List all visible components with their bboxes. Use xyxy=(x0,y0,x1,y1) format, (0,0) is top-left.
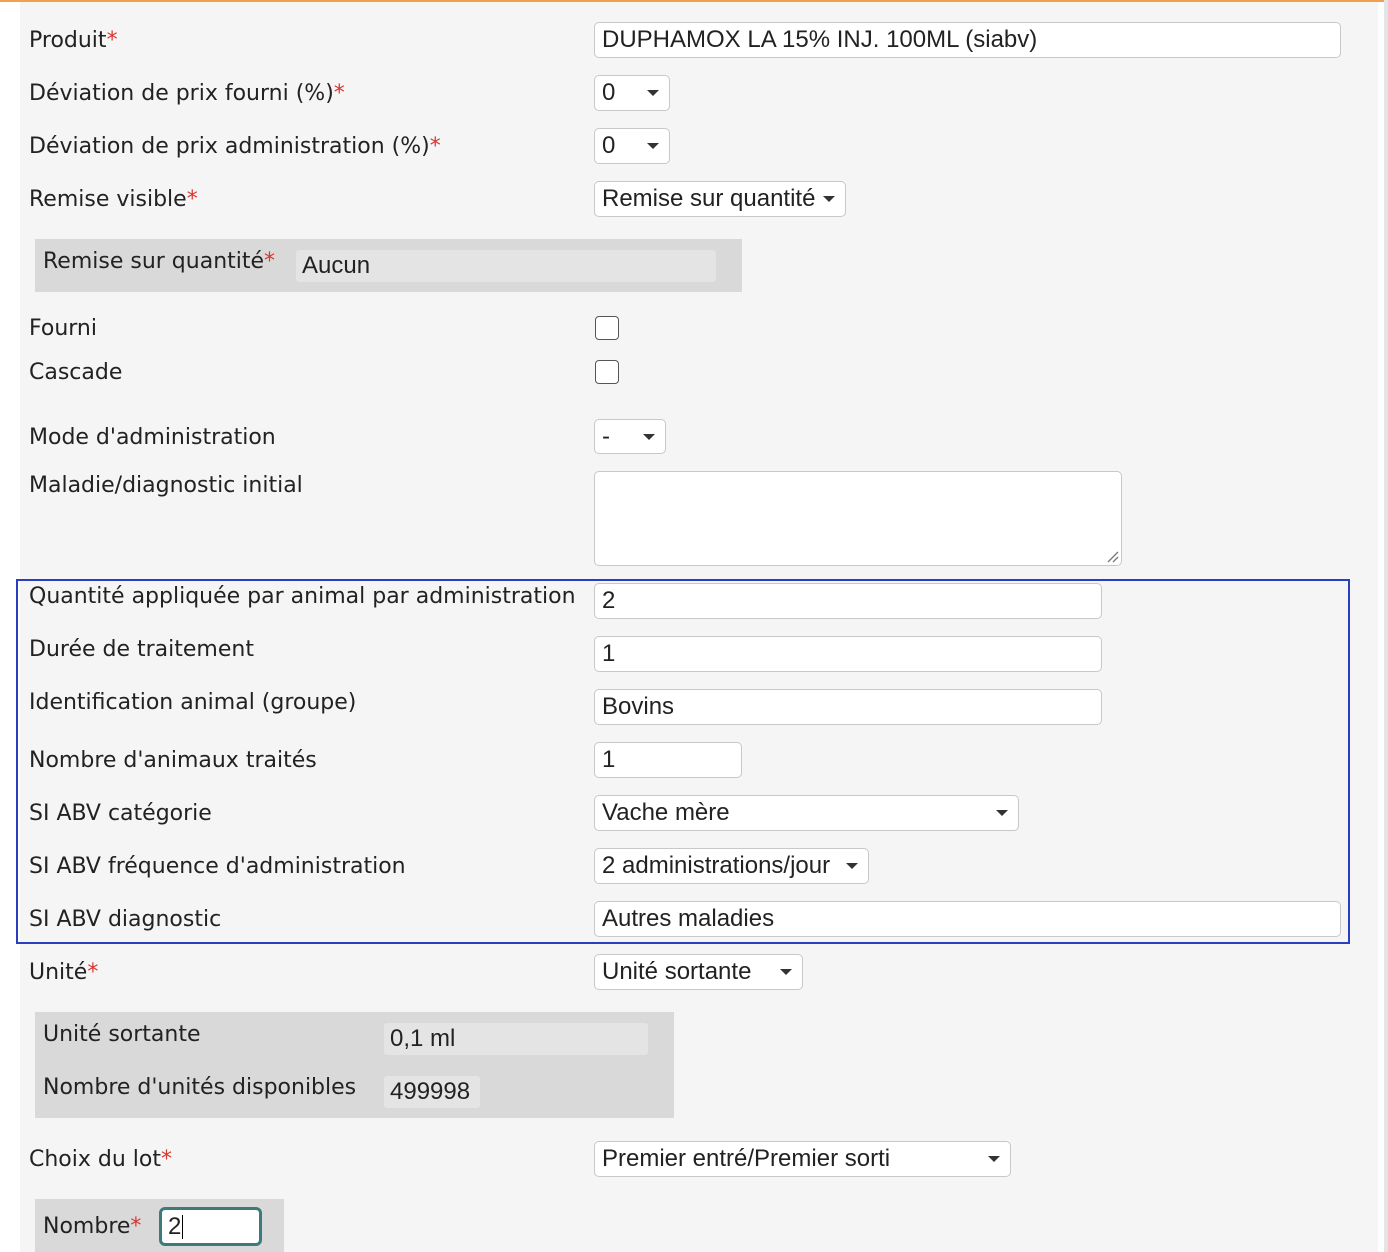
chevron-down-icon xyxy=(846,863,858,869)
choix-lot-label: Choix du lot* xyxy=(29,1147,172,1172)
abv-frequence-select[interactable]: 2 administrations/jour xyxy=(594,848,869,884)
remise-visible-select[interactable]: Remise sur quantité xyxy=(594,181,846,217)
resize-grip-icon[interactable] xyxy=(1105,549,1119,563)
produit-label: Produit* xyxy=(29,28,118,53)
chevron-down-icon xyxy=(996,810,1008,816)
quantite-label: Quantité appliquée par animal par admini… xyxy=(29,584,576,609)
chevron-down-icon xyxy=(780,969,792,975)
quantite-field[interactable]: 2 xyxy=(594,583,1102,619)
cascade-label: Cascade xyxy=(29,360,123,385)
text-cursor xyxy=(182,1214,184,1239)
produit-field[interactable]: DUPHAMOX LA 15% INJ. 100ML (siabv) xyxy=(594,22,1341,58)
remise-quantite-value: Aucun xyxy=(296,250,716,282)
chevron-down-icon xyxy=(643,433,655,440)
maladie-textarea[interactable] xyxy=(594,471,1122,566)
maladie-label: Maladie/diagnostic initial xyxy=(29,473,303,498)
choix-lot-select[interactable]: Premier entré/Premier sorti xyxy=(594,1141,1011,1177)
fourni-label: Fourni xyxy=(29,316,97,341)
unite-sortante-label: Unité sortante xyxy=(43,1022,201,1047)
abv-categorie-label: SI ABV catégorie xyxy=(29,801,212,826)
nombre-animaux-field[interactable]: 1 xyxy=(594,742,742,778)
nombre-animaux-label: Nombre d'animaux traités xyxy=(29,748,317,773)
unite-select[interactable]: Unité sortante xyxy=(594,954,803,990)
chevron-down-icon xyxy=(823,196,835,202)
chevron-down-icon xyxy=(988,1156,1000,1162)
deviation-fourni-label: Déviation de prix fourni (%)* xyxy=(29,81,345,106)
remise-visible-label: Remise visible* xyxy=(29,187,198,212)
deviation-admin-label: Déviation de prix administration (%)* xyxy=(29,134,441,159)
unite-label: Unité* xyxy=(29,960,99,985)
abv-frequence-label: SI ABV fréquence d'administration xyxy=(29,854,406,879)
deviation-admin-select[interactable]: 0 xyxy=(594,128,670,164)
identification-field[interactable]: Bovins xyxy=(594,689,1102,725)
chevron-down-icon xyxy=(647,143,659,149)
abv-categorie-select[interactable]: Vache mère xyxy=(594,795,1019,831)
mode-admin-label: Mode d'administration xyxy=(29,425,276,450)
abv-diagnostic-label: SI ABV diagnostic xyxy=(29,907,222,932)
fourni-checkbox[interactable] xyxy=(595,316,619,340)
remise-quantite-label: Remise sur quantité* xyxy=(43,249,276,274)
nombre-field[interactable]: 2 xyxy=(159,1207,262,1246)
duree-label: Durée de traitement xyxy=(29,637,254,662)
nombre-label: Nombre* xyxy=(43,1214,142,1239)
deviation-fourni-select[interactable]: 0 xyxy=(594,75,670,111)
unite-sortante-value: 0,1 ml xyxy=(384,1023,648,1055)
cascade-checkbox[interactable] xyxy=(595,360,619,384)
identification-label: Identification animal (groupe) xyxy=(29,690,357,715)
abv-diagnostic-field[interactable]: Autres maladies xyxy=(594,901,1341,937)
nombre-unites-value: 499998 xyxy=(384,1076,480,1108)
duree-field[interactable]: 1 xyxy=(594,636,1102,672)
nombre-unites-label: Nombre d'unités disponibles xyxy=(43,1075,357,1100)
mode-admin-select[interactable]: - xyxy=(594,419,666,454)
chevron-down-icon xyxy=(647,90,659,96)
scrollbar-track[interactable] xyxy=(1384,0,1388,1252)
